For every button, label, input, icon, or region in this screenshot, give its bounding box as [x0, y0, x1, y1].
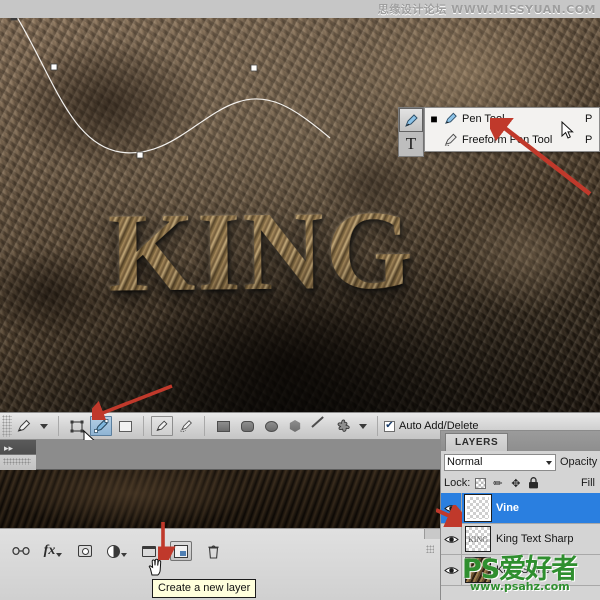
- menu-item-shortcut: P: [585, 112, 593, 125]
- layer-thumbnail[interactable]: [464, 494, 492, 522]
- options-bar-grip[interactable]: [2, 415, 12, 437]
- layer-row-king-stone[interactable]: King Stone: [441, 555, 600, 586]
- lock-transparent-pixels-icon[interactable]: [475, 477, 487, 489]
- rectangle-tool-button[interactable]: [212, 416, 234, 436]
- photoshop-window: 思缘设计论坛 WWW.MISSYUAN.COM KING T ■ Pen Too…: [0, 0, 600, 600]
- pen-tool-icon: [17, 419, 31, 432]
- line-icon: [312, 420, 326, 432]
- pen-tool-icon: [156, 420, 168, 432]
- hand-cursor-new-layer: [148, 558, 162, 576]
- trash-icon: [207, 544, 219, 559]
- lock-image-pixels-icon[interactable]: ✏: [491, 477, 504, 490]
- layers-footer-buttons[interactable]: fx: [10, 539, 224, 563]
- layer-thumbnail[interactable]: [465, 557, 491, 583]
- fill-label: Fill: [580, 477, 595, 489]
- folder-icon: [142, 545, 156, 557]
- freeform-pen-tool-icon: [440, 132, 462, 147]
- layer-style-button[interactable]: fx: [42, 541, 64, 561]
- new-layer-icon: [174, 544, 188, 558]
- layer-list[interactable]: Vine KING King Text Sharp King Stone: [441, 493, 600, 586]
- link-layers-button[interactable]: [10, 541, 32, 561]
- mode-fill-pixels-button[interactable]: [114, 416, 136, 436]
- separator: [377, 416, 378, 436]
- lock-label: Lock:: [444, 477, 471, 489]
- tool-preset-picker[interactable]: [13, 416, 35, 436]
- opacity-label: Opacity: [560, 456, 598, 468]
- blend-mode-select[interactable]: Normal: [444, 453, 556, 471]
- new-adjustment-layer-button[interactable]: [106, 541, 128, 561]
- create-new-layer-button[interactable]: [170, 541, 192, 561]
- rectangle-icon: [216, 420, 230, 432]
- ellipse-tool-button[interactable]: [260, 416, 282, 436]
- eye-icon: [443, 504, 459, 512]
- fx-icon: fx: [43, 543, 56, 558]
- tooltip-create-new-layer: Create a new layer: [152, 579, 257, 598]
- rounded-rectangle-icon: [240, 420, 254, 432]
- layer-row-vine[interactable]: Vine: [441, 493, 600, 524]
- tool-pen[interactable]: [399, 108, 423, 132]
- chevron-down-icon[interactable]: [546, 460, 552, 465]
- separator: [143, 416, 144, 436]
- rounded-rectangle-tool-button[interactable]: [236, 416, 258, 436]
- layer-name: King Stone: [496, 564, 550, 576]
- freeform-pen-tool-icon: [180, 420, 192, 432]
- layer-visibility-toggle[interactable]: [441, 524, 462, 554]
- separator: [58, 416, 59, 436]
- fill-pixels-icon: [118, 420, 132, 432]
- chevron-down-icon: [121, 552, 127, 557]
- bezier-path-overlay[interactable]: [0, 18, 600, 412]
- panel-resize-grip[interactable]: [426, 545, 434, 553]
- layer-visibility-toggle[interactable]: [441, 493, 462, 523]
- canvas-document[interactable]: KING: [0, 18, 600, 412]
- watermark-top: 思缘设计论坛 WWW.MISSYUAN.COM: [377, 3, 596, 16]
- eye-icon: [443, 566, 459, 574]
- polygon-tool-button[interactable]: [284, 416, 306, 436]
- mask-icon: [78, 545, 92, 557]
- custom-shape-icon: [337, 419, 350, 432]
- pen-tool-button[interactable]: [151, 416, 173, 436]
- document-edge-sliver: [0, 470, 440, 528]
- ellipse-icon: [264, 420, 278, 432]
- layers-panel[interactable]: LAYERS Normal Opacity Lock: ✏ ✥ Fill Vin…: [440, 430, 600, 600]
- dock-grip[interactable]: [3, 458, 31, 465]
- tool-type[interactable]: T: [399, 132, 423, 156]
- custom-shape-tool-button[interactable]: [332, 416, 354, 436]
- link-icon: [12, 546, 30, 556]
- auto-add-delete-checkbox[interactable]: ✔: [384, 420, 395, 432]
- secondary-bar: [0, 440, 440, 470]
- layer-name: King Text Sharp: [496, 533, 574, 545]
- line-tool-button[interactable]: [308, 416, 330, 436]
- delete-layer-button[interactable]: [202, 541, 224, 561]
- geometry-options-chevron-down-icon[interactable]: [359, 423, 367, 429]
- shape-layers-icon: [70, 420, 84, 432]
- blend-mode-row[interactable]: Normal Opacity: [441, 451, 600, 473]
- layer-name: Vine: [496, 502, 520, 514]
- layer-thumbnail[interactable]: KING: [465, 526, 491, 552]
- panel-tab-bar[interactable]: LAYERS: [441, 431, 600, 451]
- chevron-down-icon: [56, 552, 63, 557]
- eye-icon: [443, 535, 459, 543]
- separator: [204, 416, 205, 436]
- scroll-corner: [424, 529, 440, 539]
- pointer-cursor-menu: [561, 121, 574, 139]
- adjustment-icon: [107, 544, 120, 558]
- pen-tool-icon: [404, 113, 418, 127]
- layer-visibility-toggle[interactable]: [441, 555, 462, 585]
- chevron-down-icon[interactable]: [40, 423, 48, 429]
- tab-layers[interactable]: LAYERS: [445, 433, 509, 451]
- add-layer-mask-button[interactable]: [74, 541, 96, 561]
- menu-item-shortcut: P: [585, 133, 593, 146]
- tool-column[interactable]: T: [398, 107, 424, 157]
- lock-all-icon[interactable]: [527, 477, 540, 490]
- collapsed-dock[interactable]: ▸▸: [0, 440, 36, 470]
- lock-row[interactable]: Lock: ✏ ✥ Fill: [441, 473, 600, 493]
- blend-mode-value: Normal: [447, 456, 483, 468]
- lock-position-icon[interactable]: ✥: [509, 477, 522, 490]
- polygon-icon: [289, 420, 301, 432]
- expand-dock-chevron-icon[interactable]: ▸▸: [4, 443, 13, 454]
- layer-row-king-text-sharp[interactable]: KING King Text Sharp: [441, 524, 600, 555]
- freeform-pen-tool-button[interactable]: [175, 416, 197, 436]
- pen-tool-icon: [440, 111, 462, 126]
